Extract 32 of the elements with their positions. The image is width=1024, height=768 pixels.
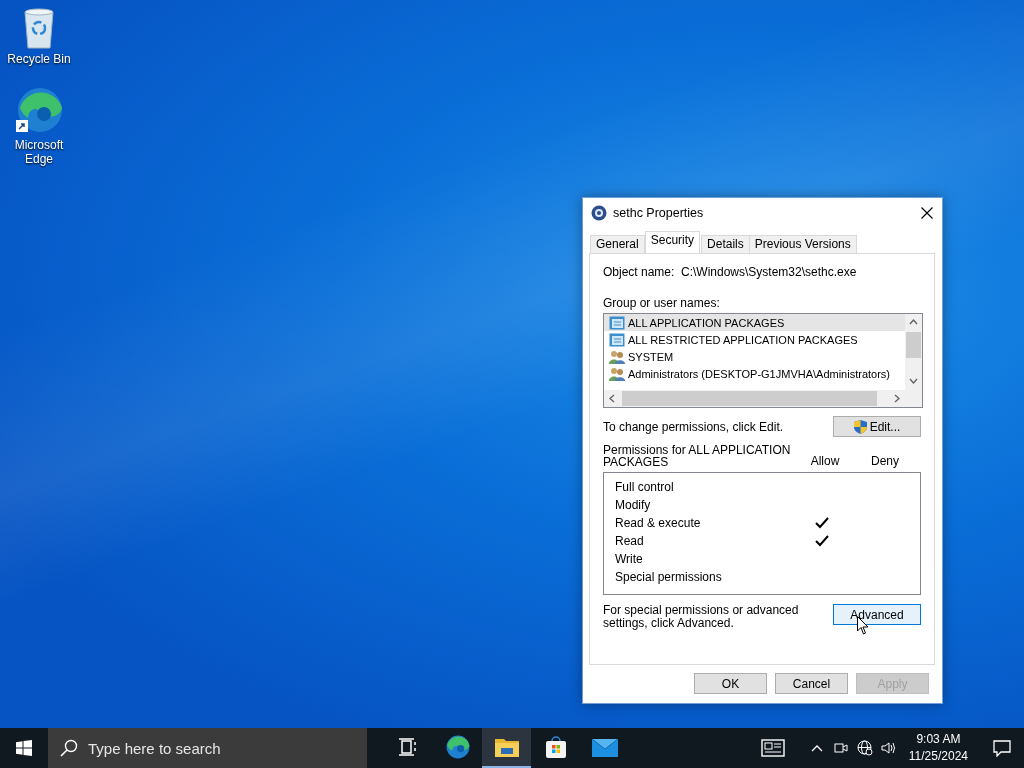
deny-header: Deny — [870, 454, 900, 468]
group-label: Group or user names: — [603, 296, 721, 310]
tab[interactable]: Details — [701, 235, 750, 253]
group-list-item[interactable]: ALL RESTRICTED APPLICATION PACKAGES — [604, 331, 905, 348]
advanced-button[interactable]: Advanced — [833, 604, 921, 625]
tab[interactable]: General — [590, 235, 645, 253]
change-hint: To change permissions, click Edit. — [603, 419, 784, 434]
tab[interactable]: Security — [644, 231, 701, 253]
permission-name: Read — [615, 534, 645, 548]
group-list-item[interactable]: Administrators (DESKTOP-G1JMVHA\Administrators) — [604, 365, 905, 382]
clock-date[interactable]: 11/25/2024 — [908, 748, 968, 765]
allow-header: Allow — [809, 454, 841, 468]
tab[interactable]: Previous Versions — [748, 235, 857, 253]
permission-name: Modify — [615, 498, 652, 512]
dialog-button[interactable]: Cancel — [775, 673, 848, 694]
permission-name: Read & execute — [615, 516, 702, 530]
object-name-value: C:\Windows\System32\sethc.exe — [681, 265, 857, 279]
object-name-label: Object name: — [603, 265, 676, 279]
desktop-icon-label[interactable]: Microsoft Edge — [4, 138, 74, 166]
advanced-hint: For special permissions or advanced settings, click Advanced. — [603, 604, 800, 630]
clock-time[interactable]: 9:03 AM — [916, 731, 961, 748]
permission-name: Full control — [615, 480, 675, 494]
permissions-label: Permissions for ALL APPLICATION PACKAGES — [603, 444, 792, 468]
permission-name: Special permissions — [615, 570, 723, 584]
dialog-button[interactable]: OK — [694, 673, 767, 694]
window-title: sethc Properties — [613, 205, 705, 220]
desktop-icon-label[interactable]: Recycle Bin — [4, 52, 74, 66]
edit-button[interactable]: Edit... — [833, 416, 921, 437]
permission-name: Write — [615, 552, 644, 566]
group-list-item[interactable]: ALL APPLICATION PACKAGES — [604, 314, 905, 331]
group-list-item[interactable]: SYSTEM — [604, 348, 905, 365]
search-field[interactable]: Type here to search — [48, 728, 367, 768]
